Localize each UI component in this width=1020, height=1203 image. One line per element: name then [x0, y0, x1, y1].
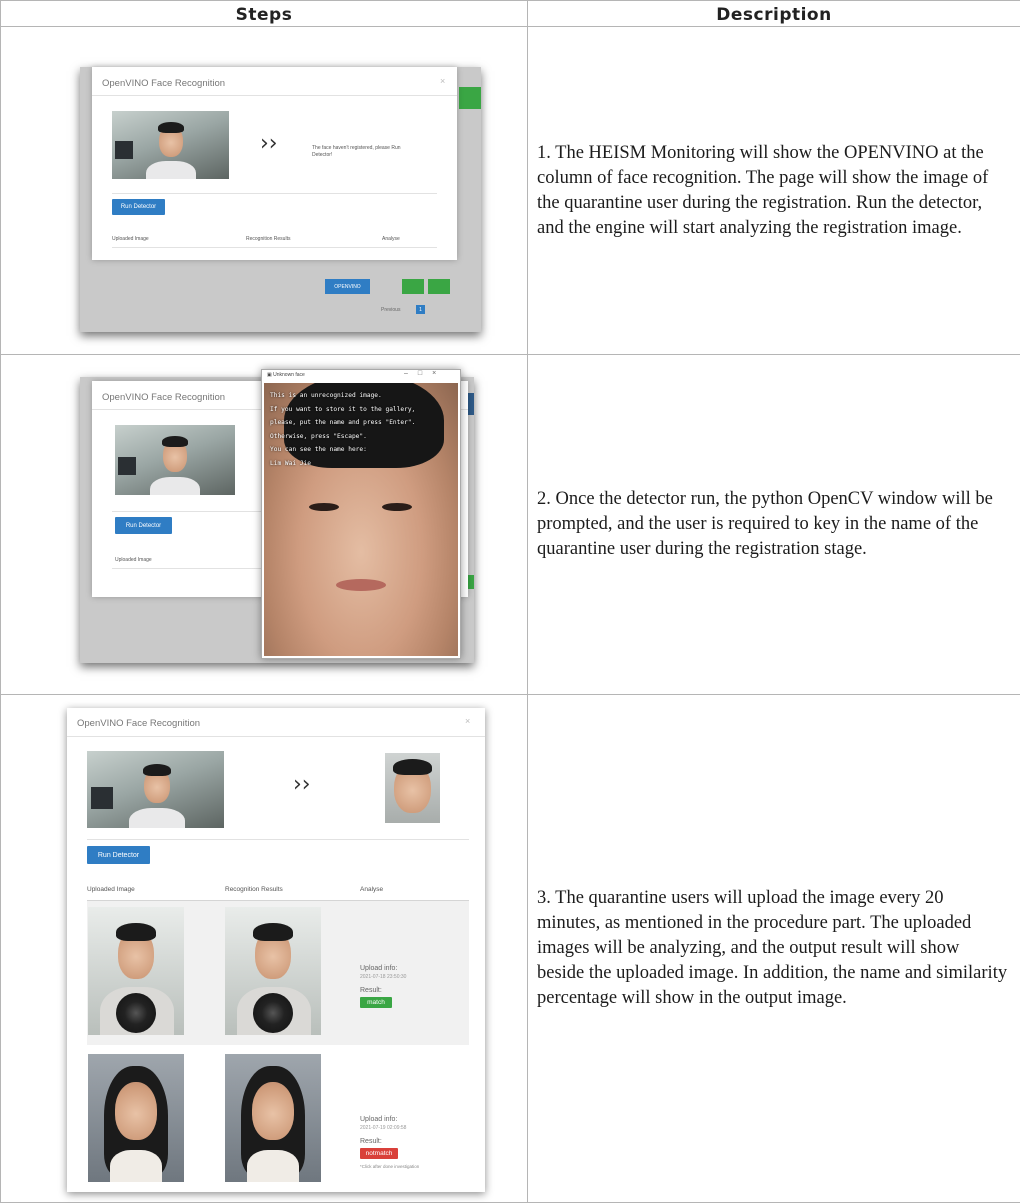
chevron-right-icon: ›› — [293, 772, 311, 797]
modal-title: OpenVINO Face Recognition — [102, 392, 225, 403]
col-analyse: Analyse — [382, 236, 400, 242]
col-analyse: Analyse — [360, 886, 383, 893]
mouth — [336, 579, 386, 591]
bg-openvino-button: OPENVINO — [325, 279, 370, 294]
table-row: OPENVINO Previous 1 OpenVINO Face Recogn… — [1, 27, 1020, 355]
overlay-text: If you want to store it to the gallery, — [270, 403, 415, 417]
registration-photo — [112, 111, 229, 179]
divider — [87, 839, 469, 840]
header-description: Description — [528, 1, 1020, 27]
col-recognition-results: Recognition Results — [225, 886, 283, 893]
close-icon[interactable]: × — [440, 76, 445, 86]
recognition-result-image — [225, 1054, 321, 1182]
step-1-screenshot: OPENVINO Previous 1 OpenVINO Face Recogn… — [1, 27, 528, 355]
openvino-modal: OpenVINO Face Recognition × ›› The face … — [92, 67, 457, 260]
bg-green-block — [459, 87, 481, 109]
openvino-modal: OpenVINO Face Recognition × ›› — [67, 708, 485, 1192]
registration-photo — [87, 751, 224, 828]
face-closeup: This is an unrecognized image. If you wa… — [264, 383, 458, 656]
result-row: Upload info: 2021-07-18 23:50:30 Result:… — [87, 901, 469, 1045]
window-controls[interactable]: –□× — [404, 370, 446, 377]
steps-table: Steps Description OPENVINO Previous 1 Op… — [0, 0, 1020, 1203]
divider — [112, 247, 437, 248]
chevron-right-icon: ›› — [260, 131, 278, 156]
not-registered-message: The face haven't registered, please Run … — [312, 145, 412, 159]
match-badge[interactable]: match — [360, 997, 392, 1008]
eye — [382, 503, 412, 511]
overlay-text: Otherwise, press "Escape". — [270, 430, 415, 444]
overlay-text: This is an unrecognized image. — [270, 389, 415, 403]
upload-info-label: Upload info: — [360, 965, 397, 972]
bg-previous-link: Previous — [381, 307, 400, 313]
step-2-screenshot: OpenVINO Face Recognition Run Detector U… — [1, 355, 528, 695]
col-uploaded-image: Uploaded Image — [115, 557, 152, 563]
upload-timestamp: 2021-07-19 02:09:58 — [360, 1125, 406, 1131]
screenshot-frame: OPENVINO Previous 1 OpenVINO Face Recogn… — [80, 67, 481, 332]
divider — [112, 568, 262, 569]
divider — [92, 95, 457, 96]
divider — [67, 736, 485, 737]
screenshot-frame: OpenVINO Face Recognition Run Detector U… — [80, 377, 474, 663]
divider — [112, 193, 437, 194]
window-title: ▣ Unknown face — [267, 372, 305, 378]
opencv-window: ▣ Unknown face –□× This is an unrecogniz… — [261, 369, 461, 659]
investigation-note: *Click after done investigation — [360, 1164, 419, 1169]
notmatch-badge[interactable]: notmatch — [360, 1148, 398, 1159]
col-recognition-results: Recognition Results — [246, 236, 290, 242]
uploaded-image — [88, 1054, 184, 1182]
step-1-description: 1. The HEISM Monitoring will show the OP… — [528, 27, 1020, 355]
header-steps: Steps — [1, 1, 528, 27]
run-detector-button[interactable]: Run Detector — [112, 199, 165, 215]
overlay-text: You can see the name here: — [270, 443, 415, 457]
result-row: Upload info: 2021-07-19 02:09:58 Result:… — [87, 1054, 469, 1188]
run-detector-button[interactable]: Run Detector — [87, 846, 150, 864]
step-3-screenshot: OpenVINO Face Recognition × ›› — [1, 695, 528, 1203]
upload-info-label: Upload info: — [360, 1116, 397, 1123]
recognition-result-image — [225, 907, 321, 1035]
result-label: Result: — [360, 987, 382, 994]
divider — [112, 511, 262, 512]
close-icon[interactable]: × — [465, 716, 470, 726]
table-row: OpenVINO Face Recognition Run Detector U… — [1, 355, 1020, 695]
table-row: OpenVINO Face Recognition × ›› — [1, 695, 1020, 1203]
result-label: Result: — [360, 1138, 382, 1145]
upload-timestamp: 2021-07-18 23:50:30 — [360, 974, 406, 980]
overlay-name-input[interactable]: Lim Wai Jie — [270, 457, 415, 471]
modal-title: OpenVINO Face Recognition — [77, 718, 200, 729]
eye — [309, 503, 339, 511]
cropped-face-photo — [385, 753, 440, 823]
overlay-text: please, put the name and press "Enter". — [270, 416, 415, 430]
modal-title: OpenVINO Face Recognition — [102, 78, 225, 89]
col-uploaded-image: Uploaded Image — [112, 236, 149, 242]
registration-photo — [115, 425, 235, 495]
step-2-description: 2. Once the detector run, the python Ope… — [528, 355, 1020, 695]
uploaded-image — [88, 907, 184, 1035]
run-detector-button[interactable]: Run Detector — [115, 517, 172, 534]
bg-green-button — [428, 279, 450, 294]
col-uploaded-image: Uploaded Image — [87, 886, 135, 893]
step-3-description: 3. The quarantine users will upload the … — [528, 695, 1020, 1203]
bg-green-button — [402, 279, 424, 294]
bg-page-number: 1 — [416, 305, 425, 314]
